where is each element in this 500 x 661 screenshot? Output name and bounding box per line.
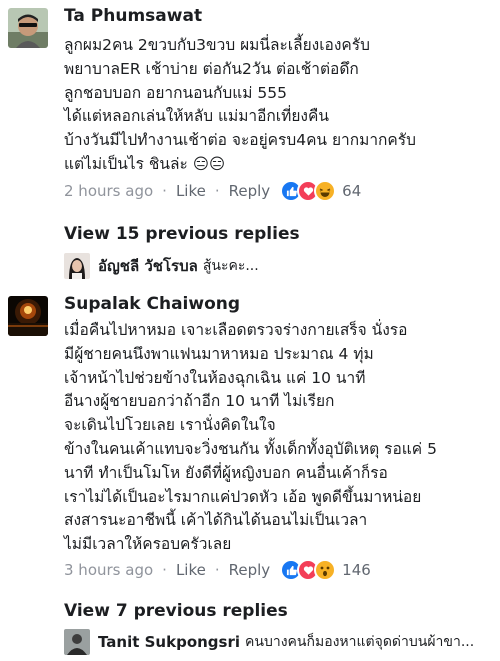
comment-body: เมื่อคืนไปหาหมอ เจาะเลือดตรวจร่างกายเสร็… <box>64 319 437 557</box>
reply-text: คนบางคนก็มองหาแต่จุดด่าบนผ้าขา... <box>245 634 475 650</box>
comment-line: ข้างในคนเค้าแทบจะวิ่งชนกัน ทั้งเด็กทั้งอ… <box>64 439 437 458</box>
comment-line: จะเดินไปโวยเลย เรานั่งคิดในใจ <box>64 416 276 435</box>
comment-meta: 2 hours ago · Like · Reply 64 <box>64 180 361 202</box>
avatar[interactable] <box>64 629 90 655</box>
comment-line: ลูกชอบบอก อยากนอนกับแม่ 555 <box>64 83 287 102</box>
comment-line: บ้างวันมีไปทำงานเช้าต่อ จะอยู่ครบ4คน ยาก… <box>64 131 416 150</box>
comment-line: มีผู้ชายคนนึงพาแฟนมาหาหมอ ประมาณ 4 ทุ่ม <box>64 344 374 363</box>
comment-line: ลูกผม2คน 2ขวบกับ3ขวบ ผมนี่ละเลี้ยงเองครั… <box>64 36 370 54</box>
reactions-summary[interactable]: 64 <box>280 180 361 202</box>
comment-meta: 3 hours ago · Like · Reply 146 <box>64 559 371 581</box>
reaction-count: 146 <box>342 561 371 579</box>
haha-icon <box>314 180 337 202</box>
separator: · <box>214 182 220 200</box>
like-button[interactable]: Like <box>176 561 206 579</box>
comment-line: นาที ทำเป็นโมโห ยังดีที่ผู้หญิงบอก คนอื่… <box>64 463 388 482</box>
comment-line: เมื่อคืนไปหาหมอ เจาะเลือดตรวจร่างกายเสร็… <box>64 321 408 339</box>
comment-author[interactable]: Ta Phumsawat <box>64 6 202 26</box>
comment-line: ไม่มีเวลาให้ครอบครัวเลย <box>64 535 232 554</box>
view-previous-replies-link[interactable]: View 7 previous replies <box>64 601 288 621</box>
avatar[interactable] <box>64 253 90 279</box>
comment-line: เจ้าหน้าไปช่วยข้างในห้องฉุกเฉิน แค่ 10 น… <box>64 368 366 387</box>
avatar[interactable] <box>8 8 48 48</box>
comment-line: แต่ไม่เป็นไร ชินล่ะ 😑😑 <box>64 154 226 173</box>
comment-line: เราไม่ได้เป็นอะไรมากแค่ปวดหัว เอ้อ พูดดี… <box>64 487 422 506</box>
avatar[interactable] <box>8 296 48 336</box>
reply-preview[interactable]: Tanit Sukpongsri คนบางคนก็มองหาแต่จุดด่า… <box>64 629 500 655</box>
wow-icon <box>314 559 337 581</box>
reply-author[interactable]: Tanit Sukpongsri <box>98 633 240 651</box>
comment-line: พยาบาลER เช้าบ่าย ต่อกัน2วัน ต่อเช้าต่อด… <box>64 59 359 78</box>
reactions-summary[interactable]: 146 <box>280 559 371 581</box>
timestamp[interactable]: 3 hours ago <box>64 561 153 579</box>
comment-author[interactable]: Supalak Chaiwong <box>64 294 240 314</box>
comment-line: สงสารนะอาชีพนี้ เค้าได้กินได้นอนไม่เป็นเ… <box>64 511 368 530</box>
reaction-count: 64 <box>342 182 362 200</box>
reply-text: สู้นะคะ... <box>202 258 259 274</box>
comment-body: ลูกผม2คน 2ขวบกับ3ขวบ ผมนี่ละเลี้ยงเองครั… <box>64 34 416 177</box>
view-previous-replies-link[interactable]: View 15 previous replies <box>64 224 300 244</box>
timestamp[interactable]: 2 hours ago <box>64 182 153 200</box>
like-button[interactable]: Like <box>176 182 206 200</box>
reply-preview[interactable]: อัญชลี วัชโรบล สู้นะคะ... <box>64 253 500 279</box>
comment-line: ได้แต่หลอกเล่นให้หลับ แม่มาอีกเที่ยงคืน <box>64 107 329 126</box>
reply-author[interactable]: อัญชลี วัชโรบล <box>98 254 198 278</box>
separator: · <box>162 561 167 579</box>
separator: · <box>162 182 167 200</box>
comment-line: อีนางผู้ชายบอกว่าถ้าอีก 10 นาที ไม่เรียก <box>64 392 335 411</box>
reply-button[interactable]: Reply <box>229 561 271 579</box>
reply-button[interactable]: Reply <box>229 182 271 200</box>
separator: · <box>214 561 220 579</box>
